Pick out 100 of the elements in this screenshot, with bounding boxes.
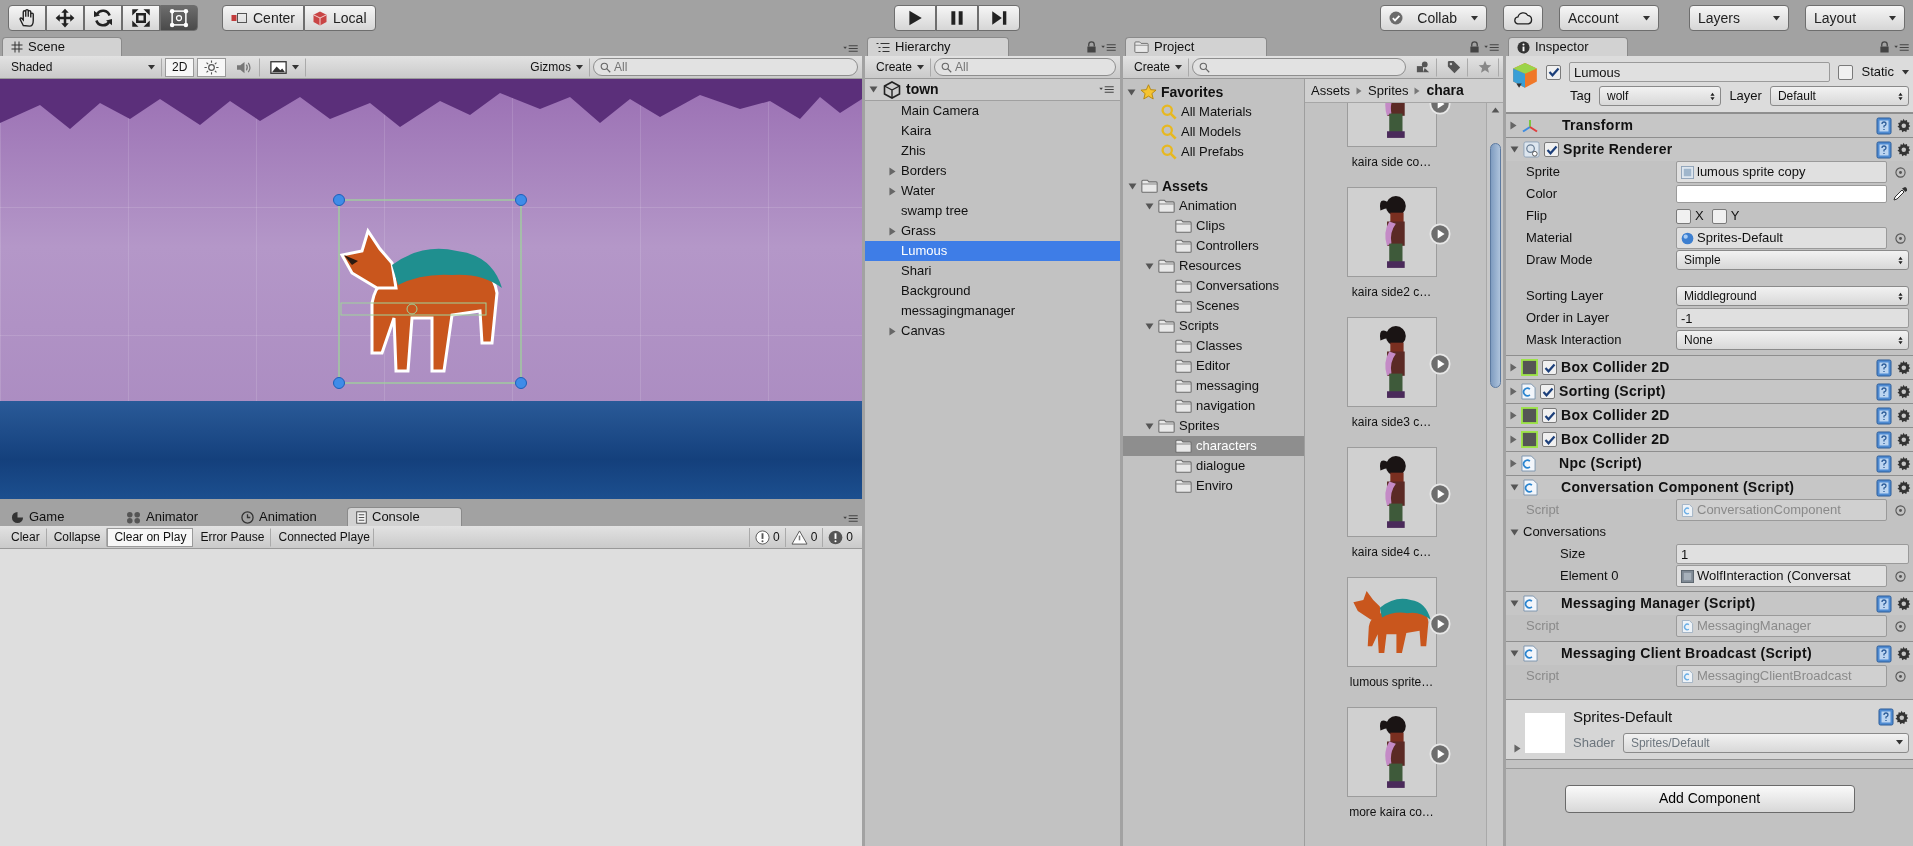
sprite-thumbnail[interactable] — [1346, 317, 1437, 407]
breadcrumb-item[interactable]: Assets — [1311, 80, 1350, 101]
gear-icon[interactable] — [1896, 480, 1911, 495]
component-header[interactable]: Transform — [1506, 113, 1913, 137]
expand-arrow-icon[interactable] — [888, 326, 896, 336]
panel-tab[interactable]: Animator — [117, 507, 232, 526]
folder-item[interactable]: messaging — [1123, 376, 1304, 396]
lock-icon[interactable] — [1086, 41, 1097, 53]
component-header[interactable]: Messaging Client Broadcast (Script) — [1506, 641, 1913, 665]
expand-arrow-icon[interactable] — [1510, 363, 1517, 372]
object-field[interactable]: WolfInteraction (Conversat — [1676, 565, 1887, 587]
dropdown-button[interactable]: Layout — [1805, 5, 1905, 31]
object-picker-icon[interactable] — [1894, 570, 1906, 582]
hierarchy-item[interactable]: Borders — [865, 161, 1120, 181]
folder-item[interactable]: Scripts — [1123, 316, 1304, 336]
lighting-toggle[interactable] — [197, 57, 227, 77]
scene-tab[interactable]: Scene — [2, 37, 122, 56]
help-book-icon[interactable] — [1876, 116, 1892, 135]
search-field[interactable] — [1192, 58, 1406, 76]
create-dropdown[interactable]: Create — [1127, 57, 1190, 77]
panel-menu-icon[interactable] — [1894, 42, 1909, 52]
folder-item[interactable]: Controllers — [1123, 236, 1304, 256]
checkbox[interactable] — [1711, 208, 1727, 224]
panel-tab[interactable]: Console — [347, 507, 462, 526]
component-header[interactable]: Box Collider 2D — [1506, 355, 1913, 379]
folder-item[interactable]: Enviro — [1123, 476, 1304, 496]
hierarchy-item[interactable]: Shari — [865, 261, 1120, 281]
static-checkbox[interactable] — [1838, 64, 1854, 80]
dropdown-button[interactable]: Connected Playe — [271, 527, 375, 547]
folder-item[interactable]: dialogue — [1123, 456, 1304, 476]
breadcrumb-item[interactable]: chara — [1426, 80, 1464, 101]
checkbox[interactable] — [1676, 208, 1691, 224]
eyedropper-icon[interactable] — [1892, 186, 1908, 202]
hierarchy-tab[interactable]: Hierarchy — [867, 37, 1009, 56]
component-header[interactable]: Box Collider 2D — [1506, 427, 1913, 451]
inspector-tab[interactable]: Inspector — [1508, 37, 1628, 56]
hand-tool-button[interactable] — [8, 5, 46, 31]
checkbox[interactable] — [1544, 142, 1559, 157]
play-circle-icon[interactable] — [1428, 483, 1451, 505]
tag-dropdown[interactable]: wolf — [1598, 86, 1722, 106]
play-button[interactable] — [893, 5, 936, 31]
gear-icon[interactable] — [1896, 596, 1911, 611]
help-book-icon[interactable] — [1876, 478, 1892, 497]
scroll-up-arrow-icon[interactable] — [1490, 107, 1500, 113]
folder-item[interactable]: Sprites — [1123, 416, 1304, 436]
expand-arrow-icon[interactable] — [1514, 743, 1521, 753]
breadcrumb-item[interactable]: Sprites — [1368, 80, 1409, 101]
sprite-thumbnail[interactable] — [1346, 577, 1437, 667]
name-field[interactable]: Lumous — [1569, 62, 1831, 82]
layer-dropdown[interactable]: Default — [1769, 86, 1909, 106]
help-book-icon[interactable] — [1876, 358, 1892, 377]
hierarchy-item[interactable]: Zhis — [865, 141, 1120, 161]
panel-menu-icon[interactable] — [843, 44, 858, 53]
folder-item[interactable]: Conversations — [1123, 276, 1304, 296]
favorite-item[interactable]: All Materials — [1123, 102, 1304, 122]
info-icon[interactable] — [754, 529, 770, 545]
panel-tab[interactable]: Animation — [232, 507, 347, 526]
checkbox[interactable] — [1542, 432, 1557, 447]
hierarchy-item[interactable]: Grass — [865, 221, 1120, 241]
play-circle-icon[interactable] — [1428, 353, 1451, 375]
cloud-button[interactable] — [1503, 5, 1543, 31]
expand-arrow-icon[interactable] — [888, 226, 896, 236]
hierarchy-item[interactable]: Canvas — [865, 321, 1120, 341]
collapse-arrow-icon[interactable] — [1144, 202, 1154, 210]
help-book-icon[interactable] — [1876, 406, 1892, 425]
search-field[interactable]: All — [955, 58, 1109, 76]
favorite-item[interactable]: All Prefabs — [1123, 142, 1304, 162]
collapse-arrow-icon[interactable] — [1510, 600, 1519, 607]
folder-item[interactable]: navigation — [1123, 396, 1304, 416]
hierarchy-item[interactable]: Lumous — [865, 241, 1120, 261]
favorites-header[interactable]: Favorites — [1123, 82, 1304, 102]
toggle-button[interactable]: Error Pause — [193, 527, 272, 547]
collapse-arrow-icon[interactable] — [1510, 484, 1519, 491]
project-tab[interactable]: Project — [1125, 37, 1267, 56]
toggle-button[interactable]: Clear on Play — [107, 527, 194, 547]
gear-icon[interactable] — [1896, 142, 1911, 157]
dropdown-button[interactable]: Account — [1559, 5, 1659, 31]
scrollbar-thumb[interactable] — [1489, 143, 1501, 388]
help-book-icon[interactable] — [1876, 140, 1892, 159]
checkbox[interactable] — [1542, 360, 1557, 375]
scale-tool-button[interactable] — [122, 5, 160, 31]
gear-icon[interactable] — [1896, 646, 1911, 661]
panel-tab[interactable]: Game — [2, 507, 117, 526]
collapse-arrow-icon[interactable] — [1510, 650, 1519, 657]
collapse-arrow-icon[interactable] — [1510, 146, 1519, 153]
component-header[interactable]: Sprite Renderer — [1506, 137, 1913, 161]
collapse-arrow-icon[interactable] — [1144, 262, 1154, 270]
color-field[interactable] — [1676, 185, 1887, 203]
gear-icon[interactable] — [1896, 118, 1911, 133]
local-toggle[interactable]: Local — [304, 5, 376, 31]
warning-icon[interactable] — [790, 529, 808, 545]
checkbox[interactable] — [1540, 384, 1555, 399]
number-field[interactable]: -1 — [1676, 308, 1909, 328]
object-picker-icon[interactable] — [1894, 166, 1906, 178]
help-book-icon[interactable] — [1878, 708, 1894, 727]
favorite-item[interactable]: All Models — [1123, 122, 1304, 142]
folder-item[interactable]: Resources — [1123, 256, 1304, 276]
help-book-icon[interactable] — [1876, 430, 1892, 449]
sprite-thumbnail[interactable] — [1346, 447, 1437, 537]
panel-menu-icon[interactable] — [1484, 42, 1499, 52]
